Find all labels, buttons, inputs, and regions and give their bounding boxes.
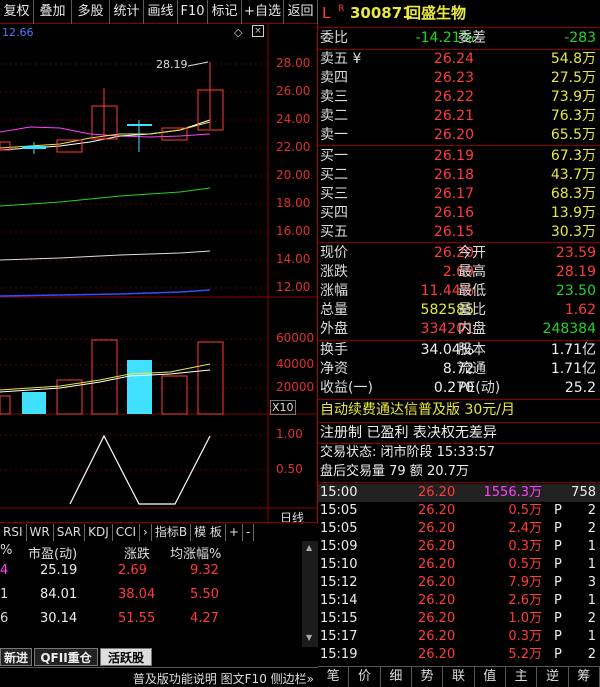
stat-row: 涨幅 11.44% 最低 23.50	[320, 283, 596, 299]
stat-row: 外盘 334201 内盘 248384	[320, 321, 596, 337]
toolbar-button-1[interactable]: 叠加	[34, 0, 72, 24]
indicator-tab-7[interactable]: 模 板	[191, 523, 226, 541]
tick-row[interactable]: 15:17 26.20 0.3万 P 1	[318, 628, 600, 646]
tick-row[interactable]: 15:15 26.20 1.0万 P 2	[318, 610, 600, 628]
volume-tick: 60000	[276, 331, 315, 345]
toolbar-button-6[interactable]: 标记	[208, 0, 242, 24]
market-tabs: 新进 QFII重仓 活跃股	[0, 648, 318, 666]
toolbar-button-5[interactable]: F10	[178, 0, 208, 24]
tick-row[interactable]: 15:14 26.20 2.6万 P 1	[318, 592, 600, 610]
quote-tab-0[interactable]: 笔	[318, 667, 350, 687]
webi-row: 委比 -14.21% 委差 -283	[320, 30, 596, 46]
quote-panel: L R 300871 回盛生物 委比 -14.21% 委差 -283 卖五 ¥2…	[318, 0, 600, 687]
buy-row[interactable]: 买五 26.15 30.3万	[318, 223, 600, 242]
stat2-row: 换手 34.04% 股本 1.71亿	[320, 342, 596, 358]
tick-row[interactable]: 15:00 26.20 1556.3万 758	[318, 484, 600, 502]
quote-tab-8[interactable]: 筹	[569, 667, 600, 687]
after-hours: 盘后交易量 79 额 20.7万	[320, 464, 469, 479]
stock-name: 回盛生物	[406, 4, 467, 22]
table-row[interactable]: 4 25.19 2.69 9.32	[0, 563, 300, 583]
tick-row[interactable]: 15:19 26.20 5.2万 P 2	[318, 646, 600, 664]
toolbar-button-7[interactable]: +自选	[242, 0, 284, 24]
toolbar-button-8[interactable]: 返回	[284, 0, 318, 24]
price-tick: 16.00	[276, 224, 311, 238]
indicator-tab-6[interactable]: 指标B	[152, 523, 192, 541]
ranking-header: % 市盈(动) 涨跌 均涨幅%	[0, 543, 222, 562]
stock-code: 300871	[350, 4, 413, 22]
price-tick: 18.00	[276, 196, 311, 210]
ranking-scrollbar[interactable]: ▲ ▼	[302, 541, 318, 647]
toolbar-button-3[interactable]: 统计	[110, 0, 144, 24]
stat2-row: 净资 8.72 流通 1.71亿	[320, 361, 596, 377]
indicator-tick: 1.00	[276, 427, 303, 441]
buy-row[interactable]: 买三 26.17 68.3万	[318, 185, 600, 204]
toolbar-button-0[interactable]: 复权	[0, 0, 34, 24]
table-row[interactable]: 1 84.01 38.04 5.50	[0, 587, 300, 607]
ad-line[interactable]: 自动续费通达信普及版 30元/月	[318, 401, 600, 420]
market-tab-2[interactable]: 活跃股	[100, 648, 152, 666]
volume-tick: 40000	[276, 357, 315, 371]
kline-chart-area[interactable]: 12.66 ◇ × 28.00 26.00 24.00 22.00 20.00 …	[0, 24, 318, 525]
stat-row: 涨跌 2.69 最高 28.19	[320, 264, 596, 280]
sell-row[interactable]: 卖五 ¥26.24 54.8万	[318, 50, 600, 69]
trade-status: 交易状态: 闭市阶段 15:33:57	[320, 445, 496, 460]
price-tick: 26.00	[276, 84, 311, 98]
indicator-tab-2[interactable]: SAR	[54, 523, 86, 541]
stock-title: L R 300871 回盛生物	[322, 4, 467, 22]
high-price-label: 28.19	[156, 58, 188, 71]
buy-row[interactable]: 买一 26.19 67.3万	[318, 147, 600, 166]
quote-tab-7[interactable]: 逆	[537, 667, 569, 687]
quote-tab-2[interactable]: 细	[381, 667, 412, 687]
price-tick: 24.00	[276, 112, 311, 126]
indicator-tab-3[interactable]: KDJ	[85, 523, 113, 541]
indicator-tab-1[interactable]: WR	[27, 523, 54, 541]
stat-row: 总量 582585 量比 1.62	[320, 302, 596, 318]
stat-row: 现价 26.20 今开 23.59	[320, 245, 596, 261]
indicator-tab-9[interactable]: -	[243, 523, 255, 541]
price-tick: 20.00	[276, 168, 311, 182]
sell-row[interactable]: 卖三 26.22 73.9万	[318, 88, 600, 107]
indicator-tabs: RSI WR SAR KDJ CCI › 指标B 模 板 + -	[0, 522, 318, 541]
tick-row[interactable]: 15:05 26.20 0.5万 P 2	[318, 502, 600, 520]
table-row[interactable]: 6 30.14 51.55 4.27	[0, 611, 300, 631]
indicator-tab-8[interactable]: +	[226, 523, 243, 541]
quote-tab-6[interactable]: 主	[506, 667, 538, 687]
status-bar: 普及版功能说明 图文F10 侧边栏»	[0, 667, 318, 687]
info-line: 注册制 已盈利 表决权无差异	[320, 425, 497, 441]
market-tab-0[interactable]: 新进	[0, 648, 32, 666]
indicator-tab-4[interactable]: CCI	[113, 523, 141, 541]
sell-row[interactable]: 卖四 26.23 27.5万	[318, 69, 600, 88]
tick-row[interactable]: 15:09 26.20 0.3万 P 1	[318, 538, 600, 556]
tick-row[interactable]: 15:10 26.20 0.5万 P 1	[318, 556, 600, 574]
price-tick: 12.00	[276, 280, 311, 294]
volume-tick: 20000	[276, 380, 315, 394]
price-tick: 14.00	[276, 252, 311, 266]
sell-row[interactable]: 卖二 26.21 76.3万	[318, 107, 600, 126]
indicator-tab-5[interactable]: ›	[140, 523, 152, 541]
indicator-tick: 0.50	[276, 462, 303, 476]
quote-tab-1[interactable]: 价	[349, 667, 381, 687]
quote-tab-5[interactable]: 值	[475, 667, 506, 687]
ranking-table: % 市盈(动) 涨跌 均涨幅% 4 25.19 2.69 9.32 1 84.01 38.0…	[0, 541, 318, 647]
tick-row[interactable]: 15:12 26.20 7.9万 P 3	[318, 574, 600, 592]
buy-row[interactable]: 买四 26.16 13.9万	[318, 204, 600, 223]
sell-row[interactable]: 卖一 26.20 65.5万	[318, 126, 600, 145]
chart-toolbar: 复权 叠加 多股 统计 画线 F10 标记 +自选 返回	[0, 0, 318, 24]
buy-row[interactable]: 买二 26.18 43.7万	[318, 166, 600, 185]
volume-unit: X10	[270, 400, 296, 415]
toolbar-button-4[interactable]: 画线	[144, 0, 178, 24]
price-tick: 22.00	[276, 140, 311, 154]
indicator-tab-0[interactable]: RSI	[0, 523, 27, 541]
quote-tab-4[interactable]: 联	[443, 667, 475, 687]
kline-svg	[0, 24, 318, 522]
market-tab-1[interactable]: QFII重仓	[34, 648, 98, 666]
price-tick: 28.00	[276, 56, 311, 70]
toolbar-button-2[interactable]: 多股	[72, 0, 110, 24]
stat2-row: 收益(一) 0.270 PE(动) 25.2	[320, 380, 596, 396]
quote-tab-3[interactable]: 势	[412, 667, 444, 687]
quote-panel-tabs: 笔价细势联值主逆筹	[318, 666, 600, 687]
tick-row[interactable]: 15:05 26.20 2.4万 P 2	[318, 520, 600, 538]
